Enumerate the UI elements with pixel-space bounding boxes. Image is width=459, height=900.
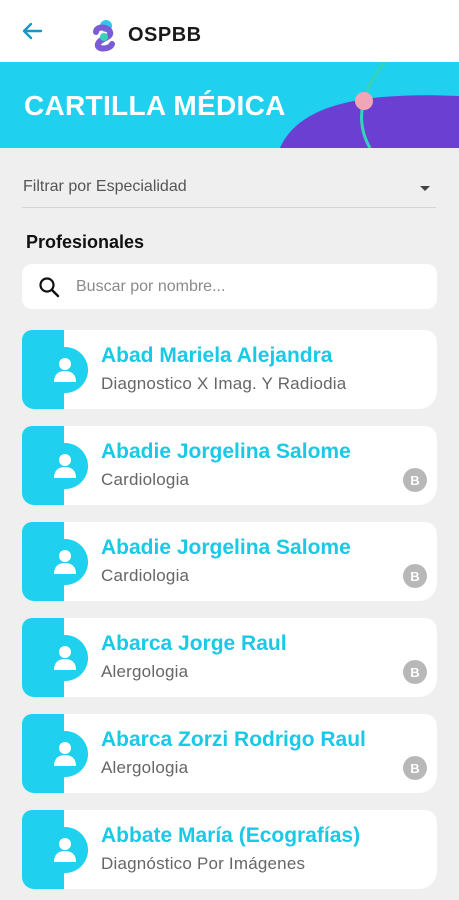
avatar <box>42 539 88 585</box>
avatar <box>42 635 88 681</box>
avatar <box>42 731 88 777</box>
professional-specialty: Diagnostico X Imag. Y Radiodia <box>101 374 347 393</box>
user-icon <box>54 358 76 382</box>
search-input[interactable] <box>76 264 426 309</box>
user-icon <box>54 646 76 670</box>
professional-card[interactable]: Abarca Zorzi Rodrigo Raul Alergologia B <box>22 714 437 793</box>
professional-name: Abarca Jorge Raul <box>101 632 287 655</box>
avatar <box>42 827 88 873</box>
arrow-left-icon <box>22 22 43 40</box>
user-icon <box>54 550 76 574</box>
professional-card[interactable]: Abad Mariela Alejandra Diagnostico X Imag… <box>22 330 437 409</box>
ospbb-logo-icon <box>93 20 115 52</box>
filter-label: Filtrar por Especialidad <box>23 178 187 195</box>
user-icon <box>54 742 76 766</box>
back-button[interactable] <box>14 14 50 48</box>
status-badge: B <box>403 468 427 492</box>
professional-name: Abad Mariela Alejandra <box>101 344 333 367</box>
avatar <box>42 347 88 393</box>
professional-name: Abadie Jorgelina Salome <box>101 536 351 559</box>
status-badge: B <box>403 564 427 588</box>
professional-card[interactable]: Abadie Jorgelina Salome Cardiologia B <box>22 522 437 601</box>
professional-specialty: Alergologia <box>101 758 189 777</box>
search-box <box>22 264 437 309</box>
professional-card[interactable]: Abbate María (Ecografías) Diagnóstico Por… <box>22 810 437 889</box>
brand-name: OSPBB <box>128 24 202 46</box>
professional-card[interactable]: Abadie Jorgelina Salome Cardiologia B <box>22 426 437 505</box>
professional-name: Abarca Zorzi Rodrigo Raul <box>101 728 366 751</box>
professional-specialty: Cardiologia <box>101 470 190 489</box>
user-icon <box>54 838 76 862</box>
professional-name: Abadie Jorgelina Salome <box>101 440 351 463</box>
professional-specialty: Diagnóstico Por Imágenes <box>101 854 306 873</box>
professional-specialty: Alergologia <box>101 662 189 681</box>
dropdown-caret-icon <box>420 186 430 191</box>
specialty-filter-dropdown[interactable]: Filtrar por Especialidad <box>22 172 436 208</box>
professional-name: Abbate María (Ecografías) <box>101 824 361 847</box>
professional-card[interactable]: Abarca Jorge Raul Alergologia B <box>22 618 437 697</box>
status-badge: B <box>403 756 427 780</box>
user-icon <box>54 454 76 478</box>
page-title: CARTILLA MÉDICA <box>24 90 286 121</box>
app-bar: OSPBB <box>0 0 459 62</box>
section-title: Profesionales <box>26 232 145 252</box>
professional-specialty: Cardiologia <box>101 566 190 585</box>
status-badge: B <box>403 660 427 684</box>
avatar <box>42 443 88 489</box>
search-icon <box>39 277 60 298</box>
page-banner: CARTILLA MÉDICA <box>0 62 459 148</box>
